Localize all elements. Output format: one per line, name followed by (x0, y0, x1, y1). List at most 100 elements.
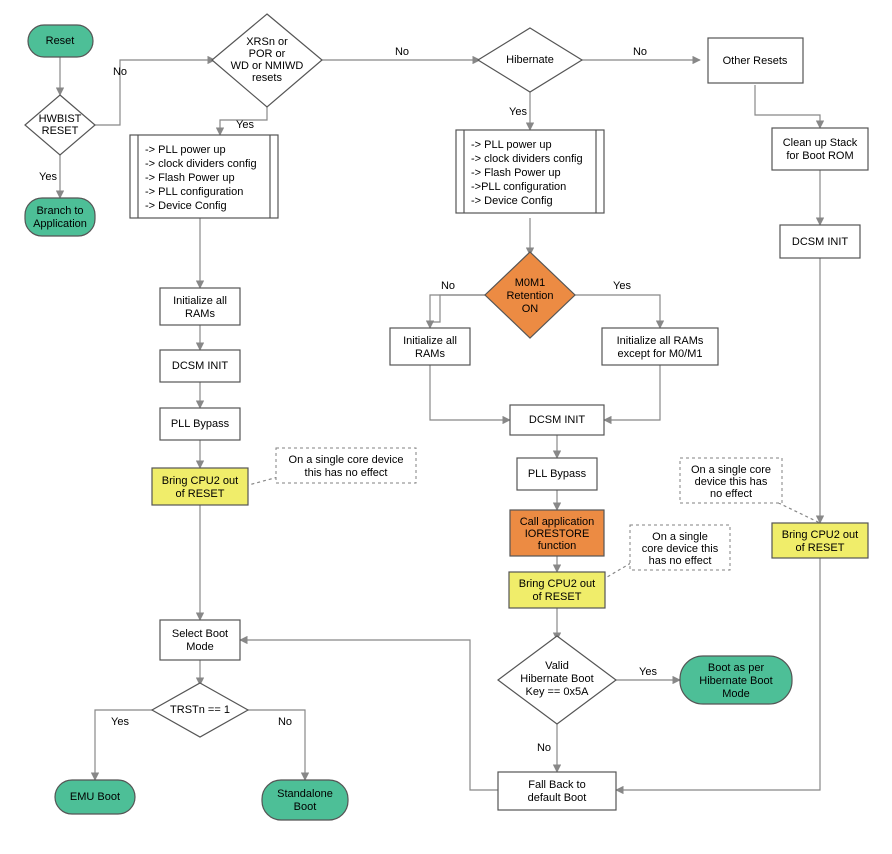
cpu2L-l1: Bring CPU2 out (162, 475, 238, 487)
m0m1-l2: Retention (506, 290, 553, 302)
node-fallback: Fall Back to default Boot (498, 772, 616, 810)
cpu2M-l1: Bring CPU2 out (519, 578, 595, 590)
note-right-l2: device this has (695, 476, 768, 488)
node-valid-key: Valid Hibernate Boot Key == 0x5A (498, 636, 616, 724)
branch-l1: Branch to (36, 205, 83, 217)
emu-label: EMU Boot (70, 791, 120, 803)
edge-hwbist-yes: Yes (39, 171, 57, 183)
cleanup-l1: Clean up Stack (783, 137, 858, 149)
note-right-l1: On a single core (691, 464, 771, 476)
node-m0m1: M0M1 Retention ON (485, 252, 575, 338)
procM-l5: -> Device Config (471, 195, 553, 207)
valid-l3: Key == 0x5A (526, 686, 590, 698)
cpu2-right-l1: Bring CPU2 out (782, 529, 858, 541)
initR-l1: Initialize all RAMs (617, 335, 704, 347)
trstn-label: TRSTn == 1 (170, 704, 230, 716)
node-xrsn-decision: XRSn or POR or WD or NMIWD resets (212, 14, 322, 107)
boothib-l3: Mode (722, 688, 750, 700)
ior-l3: function (538, 540, 577, 552)
initL-l1: Initialize all (173, 295, 227, 307)
initL-l2: RAMs (185, 308, 215, 320)
node-dcsm-left: DCSM INIT (160, 350, 240, 382)
edge-hib-yes: Yes (509, 106, 527, 118)
node-other-resets: Other Resets (708, 38, 803, 83)
edge-trstn-no: No (278, 716, 292, 728)
note-mid: On a single core device this has no effe… (630, 525, 730, 570)
select-l2: Mode (186, 641, 214, 653)
fallback-l2: default Boot (528, 792, 587, 804)
hib-label: Hibernate (506, 54, 554, 66)
noteL-l1: On a single core device (289, 454, 404, 466)
procL-l5: -> Device Config (145, 200, 227, 212)
edge-valid-yes: Yes (639, 666, 657, 678)
edge-hib-no: No (633, 46, 647, 58)
procM-l4: ->PLL configuration (471, 181, 566, 193)
m0m1-l1: M0M1 (515, 277, 546, 289)
edge-m0m1-no: No (441, 280, 455, 292)
node-cpu2-mid: Bring CPU2 out of RESET (509, 572, 605, 608)
select-l1: Select Boot (172, 628, 228, 640)
xrsn-l3: WD or NMIWD (231, 60, 304, 72)
node-init-rams-left: Initialize all RAMs (160, 288, 240, 325)
m0m1-l3: ON (522, 303, 539, 315)
cpu2-right-l2: of RESET (796, 542, 845, 554)
node-hibernate: Hibernate (478, 28, 582, 92)
cleanup-l2: for Boot ROM (786, 150, 853, 162)
branch-l2: Application (33, 218, 87, 230)
other-resets-label: Other Resets (723, 55, 788, 67)
note-left: On a single core device this has no effe… (276, 448, 416, 483)
node-reset: Reset (28, 25, 93, 57)
noteL-l2: this has no effect (305, 467, 388, 479)
noteM-l2: core device this (642, 543, 719, 555)
boothib-l1: Boot as per (708, 662, 765, 674)
node-cleanup-stack: Clean up Stack for Boot ROM (772, 128, 868, 170)
ior-l2: IORESTORE (525, 528, 590, 540)
hwbist-l2: RESET (42, 125, 79, 137)
edge-valid-no: No (537, 742, 551, 754)
edge-trstn-yes: Yes (111, 716, 129, 728)
dcsm-mid-label: DCSM INIT (529, 414, 586, 426)
note-right: On a single core device this has no effe… (680, 458, 782, 503)
procL-l3: -> Flash Power up (145, 172, 235, 184)
node-select-boot: Select Boot Mode (160, 620, 240, 660)
valid-l1: Valid (545, 660, 569, 672)
edge-xrsn-yes: Yes (236, 119, 254, 131)
valid-l2: Hibernate Boot (520, 673, 593, 685)
node-iorestore: Call application IORESTORE function (510, 510, 604, 556)
pll-mid-label: PLL Bypass (528, 468, 587, 480)
dcsm-right-label: DCSM INIT (792, 236, 849, 248)
edge-xrsn-no: No (395, 46, 409, 58)
node-trstn: TRSTn == 1 (152, 683, 248, 737)
ior-l1: Call application (520, 516, 595, 528)
standalone-l2: Boot (294, 801, 317, 813)
dcsm-left-label: DCSM INIT (172, 360, 229, 372)
procL-l2: -> clock dividers config (145, 158, 257, 170)
node-boot-hibernate: Boot as per Hibernate Boot Mode (680, 656, 792, 704)
node-pll-bypass-left: PLL Bypass (160, 408, 240, 440)
cpu2L-l2: of RESET (176, 488, 225, 500)
initM-l2: RAMs (415, 348, 445, 360)
node-proc-mid: -> PLL power up -> clock dividers config… (456, 130, 604, 213)
cpu2M-l2: of RESET (533, 591, 582, 603)
procM-l3: -> Flash Power up (471, 167, 561, 179)
xrsn-l4: resets (252, 72, 282, 84)
node-dcsm-mid: DCSM INIT (510, 405, 604, 435)
edge-hwbist-no: No (113, 66, 127, 78)
xrsn-l2: POR or (249, 48, 286, 60)
edge-m0m1-yes: Yes (613, 280, 631, 292)
noteM-l1: On a single (652, 531, 708, 543)
note-right-l3: no effect (710, 488, 752, 500)
procL-l4: -> PLL configuration (145, 186, 243, 198)
xrsn-l1: XRSn or (246, 36, 288, 48)
node-emu-boot: EMU Boot (55, 780, 135, 814)
reset-label: Reset (46, 35, 75, 47)
hwbist-l1: HWBIST (39, 113, 82, 125)
initR-l2: except for M0/M1 (618, 348, 703, 360)
node-standalone-boot: Standalone Boot (262, 780, 348, 820)
boothib-l2: Hibernate Boot (699, 675, 772, 687)
initM-l1: Initialize all (403, 335, 457, 347)
procM-l2: -> clock dividers config (471, 153, 583, 165)
procM-l1: -> PLL power up (471, 139, 552, 151)
node-init-rams-m0m1: Initialize all RAMs except for M0/M1 (602, 328, 718, 365)
pll-left-label: PLL Bypass (171, 418, 230, 430)
